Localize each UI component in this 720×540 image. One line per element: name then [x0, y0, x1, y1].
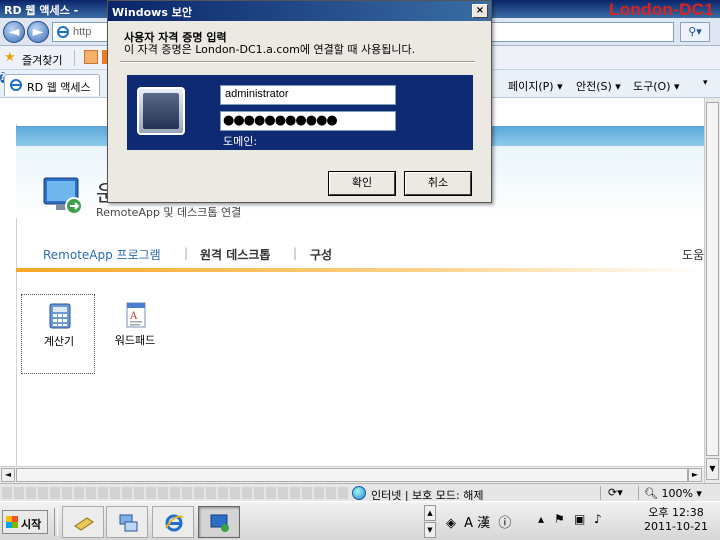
- vertical-scrollbar[interactable]: ▼: [704, 98, 720, 483]
- volume-icon[interactable]: ♪: [594, 512, 602, 526]
- action-center-flag-icon[interactable]: ⚑: [554, 512, 565, 526]
- ie-page-icon: [10, 79, 22, 91]
- scroll-up-icon[interactable]: ▲: [424, 505, 436, 521]
- status-divider: [600, 486, 601, 500]
- nav-divider: |: [184, 246, 189, 260]
- scroll-down-icon[interactable]: ▼: [424, 522, 436, 538]
- rdweb-subtitle: RemoteApp 및 데스크톱 연결: [96, 206, 242, 219]
- favorites-star-icon[interactable]: ★: [4, 50, 16, 65]
- help-link[interactable]: 도움: [682, 246, 704, 263]
- credential-panel: administrator ●●●●●●●●●●● 도메인:: [127, 75, 473, 150]
- ime-mode[interactable]: A 漢: [464, 516, 490, 531]
- language-bar[interactable]: ◈ A 漢 ⓘ: [446, 512, 515, 531]
- tab-label: RD 웹 액세스: [27, 81, 91, 94]
- dialog-description: 이 자격 증명은 London-DC1.a.com에 연결할 때 사용됩니다.: [124, 43, 416, 56]
- ime-icon[interactable]: ◈: [446, 516, 456, 531]
- app-wordpad[interactable]: A 워드패드: [98, 294, 172, 374]
- app-label: 워드패드: [114, 334, 156, 347]
- forward-arrow-icon: ►: [32, 24, 44, 40]
- zoom-level[interactable]: 🔍︎ 100% ▾: [644, 487, 702, 500]
- server-watermark: London-DC1: [609, 0, 714, 19]
- internet-zone-icon: [352, 486, 366, 500]
- back-arrow-icon: ◄: [8, 24, 20, 40]
- remote-desktop-icon: [210, 514, 229, 532]
- back-button[interactable]: ◄: [3, 21, 25, 43]
- tools-menu[interactable]: 도구(O) ▾: [633, 78, 680, 94]
- dialog-divider: [120, 61, 475, 63]
- ime-help-icon[interactable]: ⓘ: [498, 516, 511, 531]
- taskbar: 시작 ▲ ▼ ◈ A 漢 ⓘ ▴ ⚑ ▣ ♪ 오후 12:38 2011-10-…: [0, 501, 720, 540]
- network-icon: [119, 514, 138, 532]
- tab-rd-web-access[interactable]: RD 웹 액세스: [4, 74, 100, 96]
- taskbar-network[interactable]: [106, 506, 148, 538]
- remoteapp-logo-icon: [43, 177, 83, 215]
- taskbar-scroll[interactable]: ▲ ▼: [424, 505, 436, 539]
- tray-expand-icon[interactable]: ▴: [538, 512, 544, 526]
- domain-label: 도메인:: [223, 135, 258, 148]
- search-button[interactable]: ⚲▾: [680, 22, 710, 42]
- app-calculator[interactable]: 계산기: [21, 294, 95, 374]
- taskbar-internet-explorer[interactable]: [152, 506, 194, 538]
- calculator-icon: [49, 303, 71, 329]
- clock-date: 2011-10-21: [644, 520, 708, 533]
- ok-button[interactable]: 확인: [329, 172, 395, 195]
- safety-menu[interactable]: 안전(S) ▾: [576, 78, 621, 94]
- favorites-divider: [74, 50, 75, 66]
- nav-remoteapp-programs[interactable]: RemoteApp 프로그램: [43, 246, 161, 263]
- scroll-right-icon[interactable]: ►: [688, 468, 702, 482]
- favorites-button[interactable]: 즐겨찾기: [22, 52, 62, 68]
- windows-security-dialog: Windows 보안 × 사용자 자격 증명 입력 이 자격 증명은 Londo…: [107, 0, 492, 203]
- network-tray-icon[interactable]: ▣: [574, 512, 585, 526]
- start-label: 시작: [21, 518, 42, 531]
- scrollbar-thumb[interactable]: [706, 102, 719, 456]
- scrollbar-thumb[interactable]: [16, 468, 688, 482]
- status-bar: 인터넷 | 보호 모드: 해제 ⟳▾ 🔍︎ 100% ▾: [0, 483, 720, 502]
- nav-configuration[interactable]: 구성: [310, 246, 332, 263]
- app-label: 계산기: [43, 335, 75, 348]
- ie-page-icon: [57, 26, 69, 38]
- close-icon: ×: [475, 5, 485, 16]
- tracking-protection-icon[interactable]: ⟳▾: [608, 486, 623, 499]
- taskbar-divider: [54, 508, 58, 536]
- wordpad-icon: A: [126, 302, 146, 328]
- clock-time: 오후 12:38: [648, 506, 704, 519]
- nav-divider: |: [293, 246, 298, 260]
- window-title: RD 웹 액세스 -: [4, 4, 79, 17]
- internet-explorer-icon: [165, 514, 184, 532]
- page-menu[interactable]: 페이지(P) ▾: [508, 78, 563, 94]
- username-field[interactable]: administrator: [220, 85, 396, 105]
- scroll-left-icon[interactable]: ◄: [1, 468, 15, 482]
- start-button[interactable]: 시작: [2, 510, 48, 534]
- close-button[interactable]: ×: [472, 4, 488, 18]
- taskbar-server-manager[interactable]: [62, 506, 104, 538]
- nav-underline: [16, 268, 704, 272]
- zoom-value: 100%: [661, 487, 693, 500]
- help-dropdown-icon[interactable]: ▾: [703, 78, 708, 88]
- nav-remote-desktop[interactable]: 원격 데스크톱: [200, 246, 270, 263]
- system-tray: ▴ ⚑ ▣ ♪: [538, 510, 638, 532]
- server-manager-icon: [74, 517, 94, 531]
- cancel-button[interactable]: 취소: [405, 172, 471, 195]
- horizontal-scrollbar[interactable]: ◄ ►: [0, 466, 704, 483]
- suggested-sites-icon[interactable]: [84, 50, 98, 64]
- address-url: http: [73, 26, 92, 38]
- status-divider: [638, 486, 639, 500]
- dialog-title-bar[interactable]: Windows 보안 ×: [108, 1, 491, 21]
- taskbar-remote-desktop[interactable]: [198, 506, 240, 538]
- password-field[interactable]: ●●●●●●●●●●●: [220, 111, 396, 131]
- forward-button[interactable]: ►: [27, 21, 49, 43]
- svg-text:A: A: [129, 311, 138, 322]
- status-progress-area: [2, 487, 350, 499]
- clock[interactable]: 오후 12:38 2011-10-21: [636, 506, 716, 534]
- dialog-title: Windows 보안: [112, 6, 192, 19]
- search-icon: ⚲▾: [688, 25, 702, 38]
- user-tile-icon: [137, 87, 185, 135]
- windows-logo-icon: [6, 516, 18, 528]
- user-tile-screen: [143, 93, 179, 129]
- scroll-down-icon[interactable]: ▼: [706, 458, 719, 480]
